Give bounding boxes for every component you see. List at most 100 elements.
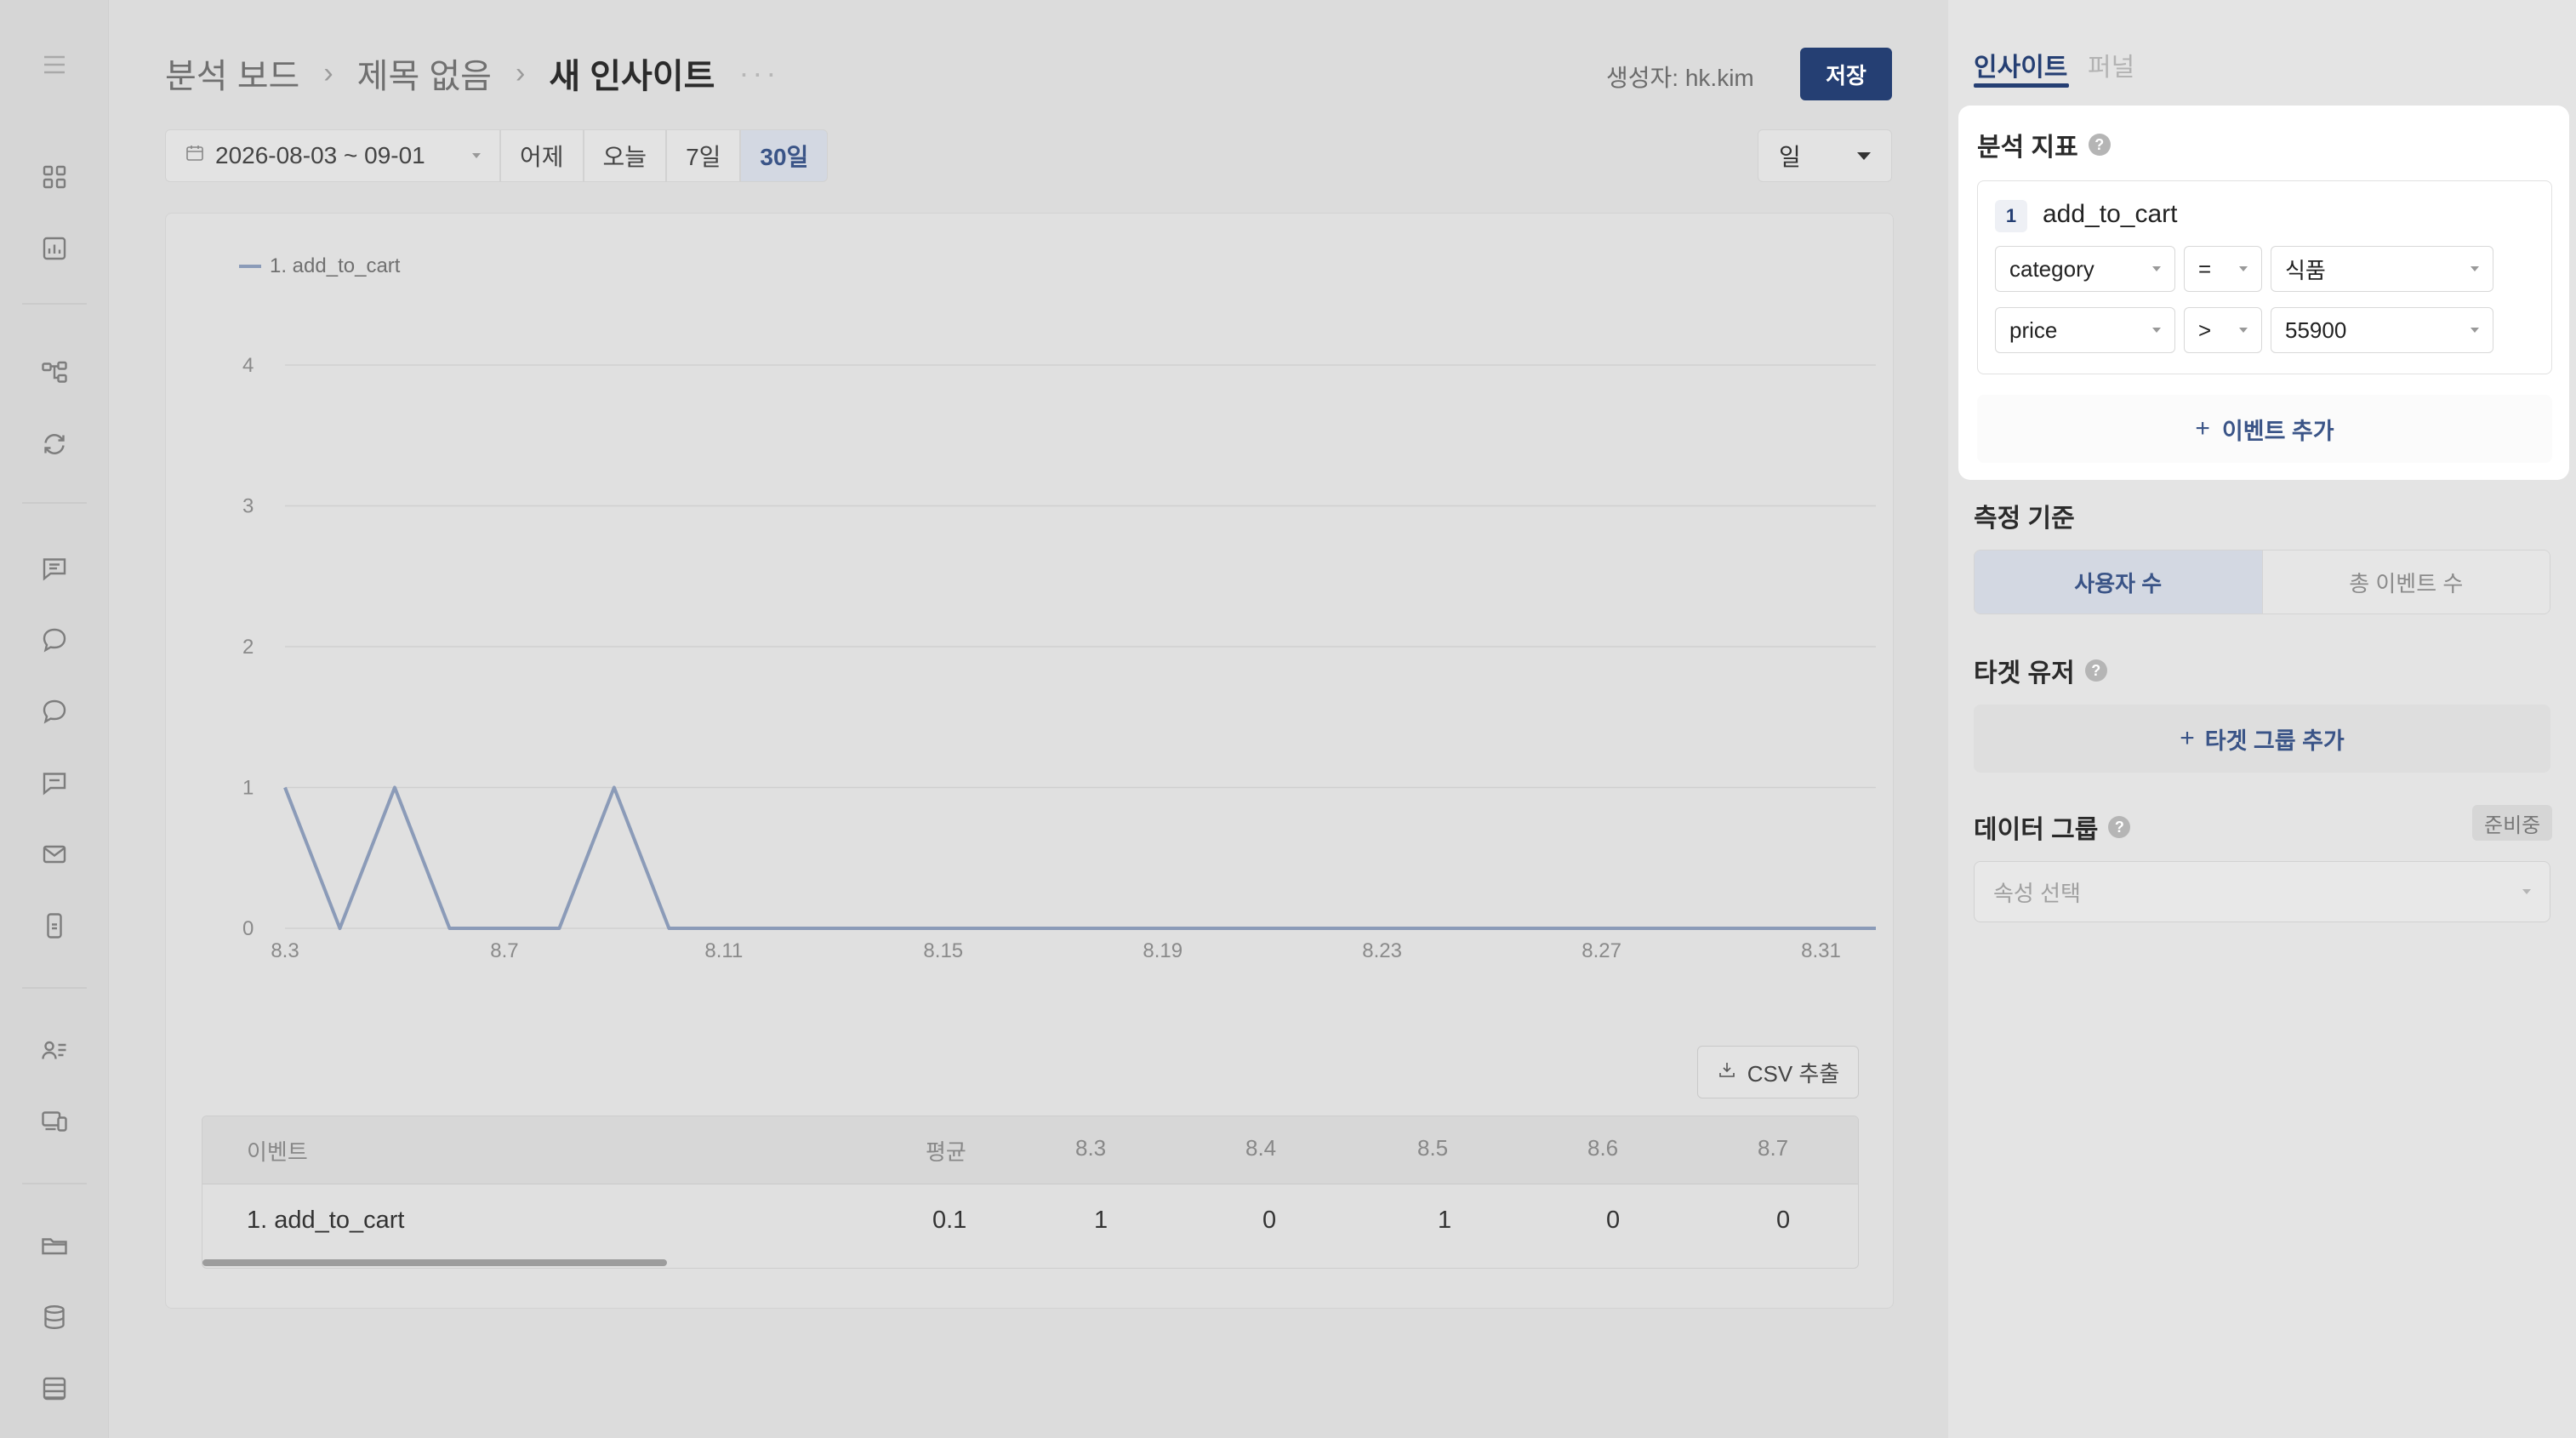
breadcrumb-untitled[interactable]: 제목 없음: [357, 49, 492, 98]
x-tick-label: 8.7: [490, 939, 518, 962]
tab-insight[interactable]: 인사이트: [1974, 46, 2067, 83]
line-chart: 0 1 2 3 4 8.3 8.7 8.11 8.15 8.19 8.23 8.27 8.31: [242, 354, 1876, 962]
cell-value: 0: [1606, 1207, 1621, 1234]
chat-bubble-icon[interactable]: [37, 623, 71, 657]
right-panel: 인사이트 퍼널 분석 지표 ? 1 add_to_cart category =…: [1948, 0, 2576, 1438]
filter-property-select[interactable]: price: [1995, 307, 2175, 353]
save-button[interactable]: 저장: [1800, 48, 1892, 100]
rail-divider: [22, 303, 87, 305]
add-target-group-button[interactable]: + 타겟 그룹 추가: [1974, 705, 2550, 773]
add-event-button[interactable]: + 이벤트 추가: [1977, 395, 2552, 463]
x-tick-label: 8.23: [1362, 939, 1402, 962]
help-icon[interactable]: ?: [2088, 134, 2111, 156]
cell-average: 0.1: [932, 1207, 967, 1234]
y-tick-label: 0: [242, 917, 254, 940]
filter-operator-select[interactable]: =: [2184, 246, 2262, 292]
granularity-value: 일: [1779, 144, 1801, 170]
x-tick-label: 8.31: [1801, 939, 1841, 962]
preset-7d[interactable]: 7일: [666, 129, 741, 182]
database-icon[interactable]: [37, 1300, 71, 1334]
csv-export-button[interactable]: CSV 추출: [1697, 1046, 1859, 1098]
user-list-icon[interactable]: [37, 1033, 71, 1067]
flow-icon[interactable]: [37, 356, 71, 390]
mail-icon[interactable]: [37, 837, 71, 871]
left-nav-rail: [0, 0, 109, 1438]
chart-card: 1. add_to_cart 0 1 2 3 4 8.3 8.7 8.11 8.15 8.19 8.…: [165, 213, 1894, 1309]
breadcrumb: 분석 보드 › 제목 없음 › 새 인사이트 ···: [165, 49, 779, 97]
filter-property-select[interactable]: category: [1995, 246, 2175, 292]
preset-yesterday[interactable]: 어제: [500, 129, 584, 182]
y-tick-label: 4: [242, 354, 254, 377]
caret-down-icon: [1857, 151, 1871, 160]
preset-30d[interactable]: 30일: [740, 129, 829, 182]
granularity-select[interactable]: 일: [1758, 129, 1892, 182]
target-section-title: 타겟 유저 ?: [1974, 652, 2107, 689]
download-icon: [1717, 1059, 1737, 1086]
date-range-picker[interactable]: 2026-08-03 ~ 09-01: [165, 129, 500, 182]
chart-icon[interactable]: [37, 231, 71, 265]
cell-event: 1. add_to_cart: [247, 1207, 405, 1234]
y-tick-label: 1: [242, 777, 254, 800]
main-content: 분석 보드 › 제목 없음 › 새 인사이트 ··· 생성자: hk.kim 저…: [109, 0, 1948, 1438]
creator-label: 생성자: hk.kim: [1606, 65, 1754, 91]
tab-underline: [1974, 83, 2069, 88]
mobile-icon[interactable]: [37, 909, 71, 943]
chevron-down-icon: [472, 153, 481, 158]
chat-round-icon[interactable]: [37, 694, 71, 728]
table-header: 이벤트 평균 8.3 8.4 8.5 8.6 8.7: [202, 1116, 1858, 1184]
property-select[interactable]: 속성 선택: [1974, 861, 2550, 922]
cell-value: 1: [1094, 1207, 1108, 1234]
rail-divider: [22, 1183, 87, 1184]
measure-events-option[interactable]: 총 이벤트 수: [2261, 551, 2550, 613]
tab-funnel[interactable]: 퍼널: [2088, 46, 2134, 83]
data-group-section-title: 데이터 그룹 ?: [1974, 808, 2131, 846]
table-icon[interactable]: [37, 1372, 71, 1406]
help-icon[interactable]: ?: [2084, 659, 2107, 682]
horizontal-scrollbar[interactable]: [202, 1259, 667, 1266]
chevron-down-icon: [2522, 889, 2531, 894]
more-icon[interactable]: ···: [738, 55, 779, 91]
filter-value-value: 55900: [2285, 317, 2347, 343]
menu-icon[interactable]: [37, 48, 71, 82]
cell-value: 0: [1262, 1207, 1277, 1234]
measure-users-option[interactable]: 사용자 수: [1975, 551, 2262, 613]
event-name[interactable]: add_to_cart: [2043, 200, 2177, 229]
status-badge: 준비중: [2472, 805, 2553, 841]
date-range-value: 2026-08-03 ~ 09-01: [215, 142, 425, 168]
target-title-text: 타겟 유저: [1974, 659, 2075, 688]
chevron-down-icon: [2152, 328, 2161, 333]
rail-divider: [22, 502, 87, 504]
breadcrumb-board[interactable]: 분석 보드: [165, 49, 299, 98]
cell-value: 0: [1776, 1207, 1791, 1234]
filter-operator-select[interactable]: >: [2184, 307, 2262, 353]
comment-icon[interactable]: [37, 766, 71, 800]
measure-section-title: 측정 기준: [1974, 505, 2075, 533]
col-event: 이벤트: [247, 1139, 308, 1165]
add-target-label: 타겟 그룹 추가: [2204, 728, 2345, 754]
chevron-down-icon: [2239, 266, 2248, 271]
preset-today[interactable]: 오늘: [583, 129, 667, 182]
add-event-label: 이벤트 추가: [2221, 418, 2334, 444]
filter-property-value: category: [2009, 255, 2094, 282]
metric-section-title: 분석 지표 ?: [1977, 126, 2111, 163]
filter-value-select[interactable]: 55900: [2271, 307, 2493, 353]
message-square-icon[interactable]: [37, 551, 71, 585]
x-tick-label: 8.27: [1582, 939, 1621, 962]
plus-icon: +: [2195, 414, 2210, 442]
date-range-bar: 2026-08-03 ~ 09-01 어제 오늘 7일 30일: [165, 129, 829, 182]
plus-icon: +: [2180, 724, 2195, 752]
refresh-icon[interactable]: [37, 427, 71, 461]
col-date: 8.3: [1075, 1135, 1107, 1161]
filter-value-select[interactable]: 식품: [2271, 246, 2493, 292]
filter-operator-value: >: [2198, 317, 2212, 343]
col-date: 8.7: [1758, 1135, 1789, 1161]
help-icon[interactable]: ?: [2108, 816, 2131, 838]
page-title[interactable]: 새 인사이트: [549, 49, 715, 98]
x-tick-label: 8.19: [1143, 939, 1183, 962]
y-tick-label: 3: [242, 495, 254, 518]
series-line[interactable]: [283, 785, 1876, 930]
devices-icon[interactable]: [37, 1104, 71, 1138]
folder-icon[interactable]: [37, 1229, 71, 1263]
x-tick-label: 8.3: [271, 939, 299, 962]
dashboard-icon[interactable]: [37, 160, 71, 194]
